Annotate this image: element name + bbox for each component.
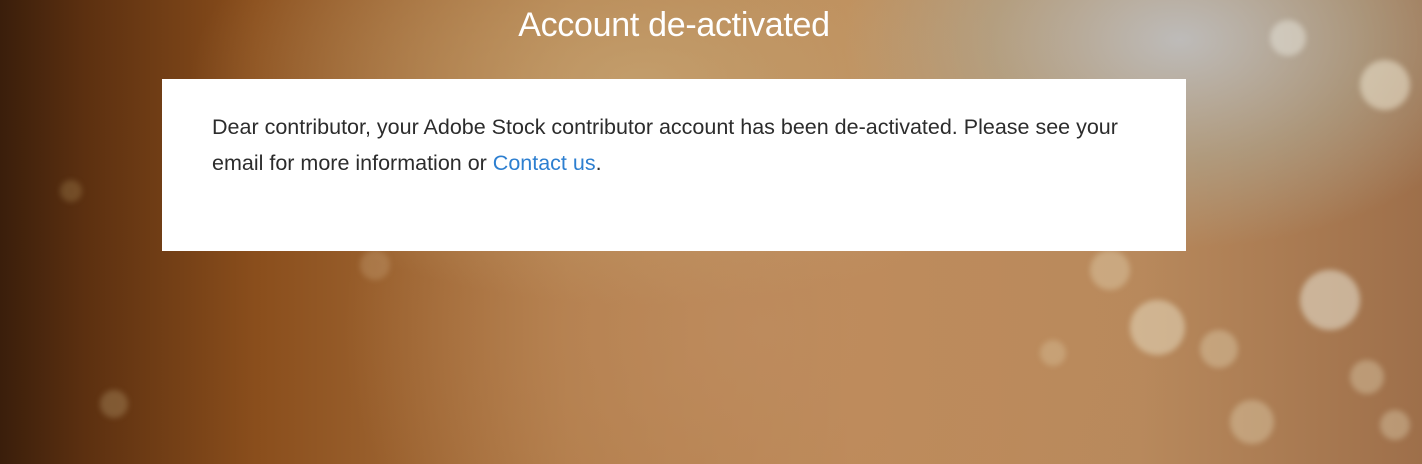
bokeh-light — [1300, 270, 1360, 330]
bokeh-light — [1200, 330, 1238, 368]
bokeh-light — [1350, 360, 1384, 394]
page-title: Account de-activated — [518, 6, 830, 44]
bokeh-light — [1380, 410, 1410, 440]
notice-trailing-punctuation: . — [595, 151, 602, 175]
bokeh-light — [1090, 250, 1130, 290]
bokeh-light — [1360, 60, 1410, 110]
bokeh-light — [1130, 300, 1185, 355]
contact-us-link[interactable]: Contact us — [493, 151, 596, 175]
bokeh-light — [100, 390, 128, 418]
bokeh-light — [60, 180, 82, 202]
notice-card: Dear contributor, your Adobe Stock contr… — [162, 79, 1186, 251]
notice-message-text: Dear contributor, your Adobe Stock contr… — [212, 115, 1118, 175]
bokeh-light — [1230, 400, 1274, 444]
notice-message: Dear contributor, your Adobe Stock contr… — [212, 109, 1122, 181]
bokeh-light — [360, 250, 390, 280]
bokeh-light — [1040, 340, 1066, 366]
